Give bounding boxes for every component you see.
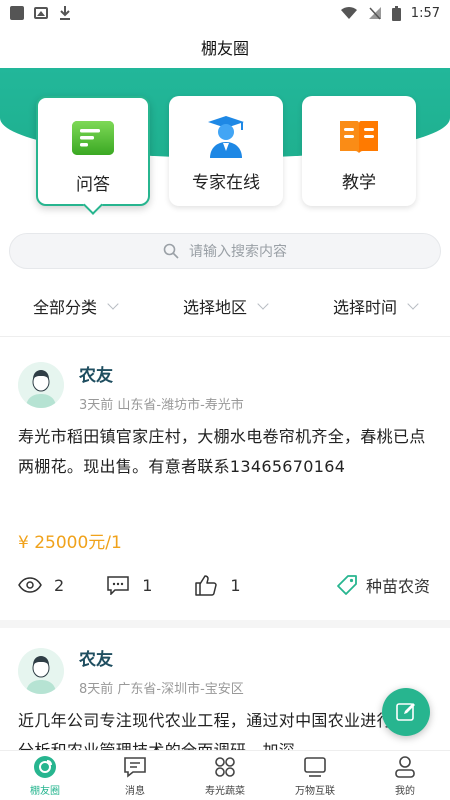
filter-region[interactable]: 选择地区 — [182, 294, 269, 318]
filter-time[interactable]: 选择时间 — [332, 294, 419, 318]
qa-list-icon — [72, 120, 114, 158]
grid-icon — [212, 755, 238, 779]
post-content: 寿光市稻田镇官家庄村，大棚水电卷帘机齐全，春桃已点两棚花。现出售。有意者联系13… — [18, 427, 426, 476]
post-time: 8天前 — [79, 682, 114, 697]
tab-messages-label: 消息 — [125, 785, 145, 797]
circle-home-icon — [32, 755, 58, 779]
avatar[interactable] — [18, 362, 64, 408]
category-tag-label: 种苗农资 — [365, 577, 430, 596]
card-teaching-label: 教学 — [342, 173, 376, 193]
post-stats: 2 1 1 种苗农资 — [18, 570, 430, 600]
comment-icon — [107, 576, 129, 595]
tag-icon — [337, 575, 357, 595]
divider — [0, 336, 450, 337]
tab-vegetables-label: 寿光蔬菜 — [205, 785, 245, 797]
message-icon — [122, 755, 148, 779]
divider — [0, 620, 450, 628]
chevron-down-icon — [257, 298, 269, 310]
edit-icon — [396, 703, 415, 721]
battery-icon — [391, 5, 401, 21]
app-screen: 1:57 棚友圈 问答 专家在线 教学 请输入搜索内容 全部分类 选择地区 选择… — [0, 0, 450, 800]
search-placeholder: 请输入搜索内容 — [189, 244, 287, 260]
filter-time-label: 选择时间 — [332, 298, 397, 317]
status-right-icons: 1:57 — [340, 5, 440, 21]
filter-category-label: 全部分类 — [32, 298, 97, 317]
post-price: ¥ 25000元/1 — [18, 533, 122, 553]
comments-count: 1 — [142, 575, 153, 595]
likes-count: 1 — [230, 575, 241, 595]
tab-circle-label: 棚友圈 — [30, 785, 60, 797]
no-signal-icon — [368, 7, 381, 20]
post-meta: 8天前 广东省-深圳市-宝安区 — [79, 678, 244, 697]
tab-circle[interactable]: 棚友圈 — [10, 755, 80, 797]
tab-messages[interactable]: 消息 — [100, 755, 170, 797]
user-icon — [392, 755, 418, 779]
tab-profile[interactable]: 我的 — [370, 755, 440, 797]
category-tag[interactable]: 种苗农资 — [336, 573, 430, 597]
post-author[interactable]: 农友 — [79, 361, 113, 386]
tab-iot-label: 万物互联 — [295, 785, 335, 797]
card-qa[interactable]: 问答 — [36, 96, 150, 206]
filter-bar: 全部分类 选择地区 选择时间 — [0, 288, 450, 324]
card-teaching[interactable]: 教学 — [302, 96, 416, 206]
views-count: 2 — [54, 575, 65, 595]
post-location: 广东省-深圳市-宝安区 — [117, 682, 244, 697]
status-time: 1:57 — [410, 5, 440, 21]
chevron-down-icon — [107, 298, 119, 310]
image-notification-icon — [34, 7, 48, 19]
monitor-icon — [302, 755, 328, 779]
search-icon — [163, 243, 179, 259]
app-notification-icon — [10, 6, 24, 20]
status-bar: 1:57 — [0, 0, 450, 26]
tab-profile-label: 我的 — [395, 785, 415, 797]
compose-button[interactable] — [382, 688, 430, 736]
book-icon — [338, 118, 380, 156]
feature-cards: 问答 专家在线 教学 — [36, 96, 416, 208]
thumbs-up-icon — [195, 575, 218, 596]
card-qa-label: 问答 — [76, 175, 110, 195]
comments-stat[interactable]: 1 — [106, 575, 152, 595]
post-item[interactable]: 农友 8天前 广东省-深圳市-宝安区 近几年公司专注现代农业工程，通过对中国农业… — [0, 636, 450, 750]
post-author[interactable]: 农友 — [79, 645, 113, 670]
post-time: 3天前 — [79, 398, 114, 413]
views-stat: 2 — [18, 576, 64, 595]
post-item[interactable]: 农友 3天前 山东省-潍坊市-寿光市 寿光市稻田镇官家庄村，大棚水电卷帘机齐全，… — [0, 350, 450, 618]
post-content: 近几年公司专注现代农业工程，通过对中国农业进行深入分析和农业管理技术的全面调研，… — [18, 711, 425, 750]
post-meta: 3天前 山东省-潍坊市-寿光市 — [79, 394, 244, 413]
filter-category[interactable]: 全部分类 — [32, 294, 119, 318]
card-expert-label: 专家在线 — [192, 173, 260, 193]
bottom-tab-bar: 棚友圈 消息 寿光蔬菜 万物互联 我的 — [0, 750, 450, 800]
wifi-icon — [340, 6, 357, 19]
likes-stat[interactable]: 1 — [194, 574, 241, 596]
avatar[interactable] — [18, 648, 64, 694]
search-input[interactable]: 请输入搜索内容 — [9, 233, 441, 269]
tab-vegetables[interactable]: 寿光蔬菜 — [190, 755, 260, 797]
status-left-icons — [10, 5, 72, 21]
page-title: 棚友圈 — [200, 39, 249, 58]
expert-icon — [205, 116, 247, 158]
filter-region-label: 选择地区 — [182, 298, 247, 317]
chevron-down-icon — [407, 298, 419, 310]
post-location: 山东省-潍坊市-寿光市 — [117, 398, 244, 413]
card-expert[interactable]: 专家在线 — [169, 96, 283, 206]
tab-iot[interactable]: 万物互联 — [280, 755, 350, 797]
download-icon — [60, 6, 70, 20]
eye-icon — [18, 577, 42, 593]
